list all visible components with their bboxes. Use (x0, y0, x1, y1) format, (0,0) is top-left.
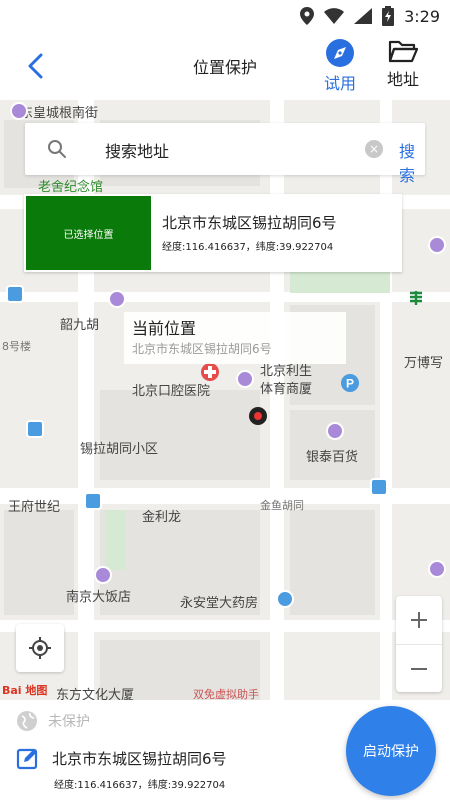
status-bar: 3:29 (0, 0, 450, 32)
map-road (380, 100, 392, 700)
map-label: 韶九胡 (60, 318, 100, 333)
map-label: 金鱼胡同 (260, 499, 304, 512)
map-label: 永安堂大药房 (180, 596, 259, 611)
hospital-icon (201, 363, 219, 381)
map-label: 银泰百货 (306, 450, 359, 465)
clear-icon[interactable]: × (365, 140, 383, 158)
start-protection-button[interactable]: 启动保护 (346, 706, 436, 796)
map-poi (108, 290, 126, 308)
zoom-out-button[interactable] (396, 644, 442, 692)
map-block (4, 510, 74, 615)
current-address-row[interactable]: 北京市东城区锡拉胡同6号 (16, 746, 227, 770)
zoom-in-button[interactable] (396, 596, 442, 644)
svg-text:P: P (346, 377, 354, 391)
map-poi (236, 370, 254, 388)
map-label: 王府世纪 (8, 500, 61, 515)
locate-button[interactable] (16, 624, 64, 672)
map-poi (26, 420, 44, 438)
search-input[interactable]: 搜索地址 (105, 138, 169, 162)
map-label: 南京大饭店 (66, 590, 132, 605)
compass-icon (326, 39, 354, 67)
map-label: 万博写 (404, 356, 444, 371)
parking-icon: P (341, 374, 359, 392)
map-label: 老舍纪念馆 (38, 180, 104, 195)
map-label: 东皇城根南街 (20, 106, 99, 121)
status-time: 3:29 (404, 6, 440, 26)
map-label: 金利龙 (142, 510, 182, 525)
selected-address: 北京市东城区锡拉胡同6号 (162, 214, 337, 232)
map-poi (6, 285, 24, 303)
address-label: 地址 (386, 70, 419, 89)
selected-coordinates: 经度:116.416637，纬度:39.922704 (162, 242, 334, 253)
restaurant-icon (249, 407, 267, 425)
wifi-icon (324, 8, 345, 24)
map-label: 8号楼 (2, 340, 31, 353)
zoom-controls (396, 596, 442, 692)
current-location-bubble: 当前位置 北京市东城区锡拉胡同6号 (124, 312, 346, 364)
map-view[interactable]: 东皇城根南街 老舍纪念馆 韶九胡 8号楼 北京口腔医院 北京利生 体育商厦 锡拉… (0, 100, 450, 700)
map-block (100, 390, 260, 480)
app-bar: 位置保护 试用 地址 (0, 32, 450, 100)
address-button[interactable]: 地址 (381, 38, 425, 94)
protection-status: 未保护 (16, 710, 90, 732)
current-location-address: 北京市东城区锡拉胡同6号 (132, 342, 272, 356)
map-road (270, 100, 284, 700)
edit-icon (16, 748, 38, 770)
map-label: 体育商厦 (260, 382, 313, 397)
crosshair-icon (29, 637, 51, 659)
location-icon (300, 7, 315, 25)
selected-location-card[interactable]: 已选择位置 北京市东城区锡拉胡同6号 经度:116.416637，纬度:39.9… (24, 194, 402, 272)
back-arrow-icon (28, 53, 43, 79)
current-address-text: 北京市东城区锡拉胡同6号 (52, 749, 227, 768)
search-button[interactable]: 搜索 (399, 138, 425, 186)
map-road (0, 620, 450, 632)
map-label: 锡拉胡同小区 (80, 442, 159, 457)
globe-icon (17, 711, 37, 731)
map-poi (326, 422, 344, 440)
map-park (105, 510, 125, 570)
signal-icon (354, 8, 373, 24)
map-poi (276, 590, 294, 608)
search-bar: 搜索地址 × 搜索 (25, 123, 425, 185)
map-poi (370, 478, 388, 496)
search-icon (48, 140, 66, 158)
map-block (290, 410, 375, 480)
back-button[interactable] (20, 50, 50, 82)
battery-icon (382, 6, 395, 26)
map-poi (84, 492, 102, 510)
map-label: 北京口腔医院 (132, 384, 211, 399)
map-poi (428, 560, 446, 578)
map-block (290, 510, 375, 615)
current-coordinates: 经度:116.416637，纬度:39.922704 (54, 780, 226, 791)
current-location-title: 当前位置 (132, 319, 197, 338)
post-office-icon (410, 291, 422, 305)
map-poi (94, 566, 112, 584)
trial-label: 试用 (323, 74, 356, 93)
trial-button[interactable]: 试用 (318, 38, 362, 94)
baidu-logo: Bai 地图 (2, 684, 48, 697)
folder-open-icon (388, 40, 418, 63)
plus-icon (411, 612, 427, 628)
protection-status-text: 未保护 (48, 714, 90, 730)
map-poi (428, 236, 446, 254)
map-label: 东方文化大厦 (56, 688, 135, 700)
selected-location-thumbnail: 已选择位置 (26, 196, 151, 270)
map-label: 双免虚拟助手 (193, 688, 259, 700)
map-poi (10, 102, 28, 120)
minus-icon (411, 667, 427, 670)
